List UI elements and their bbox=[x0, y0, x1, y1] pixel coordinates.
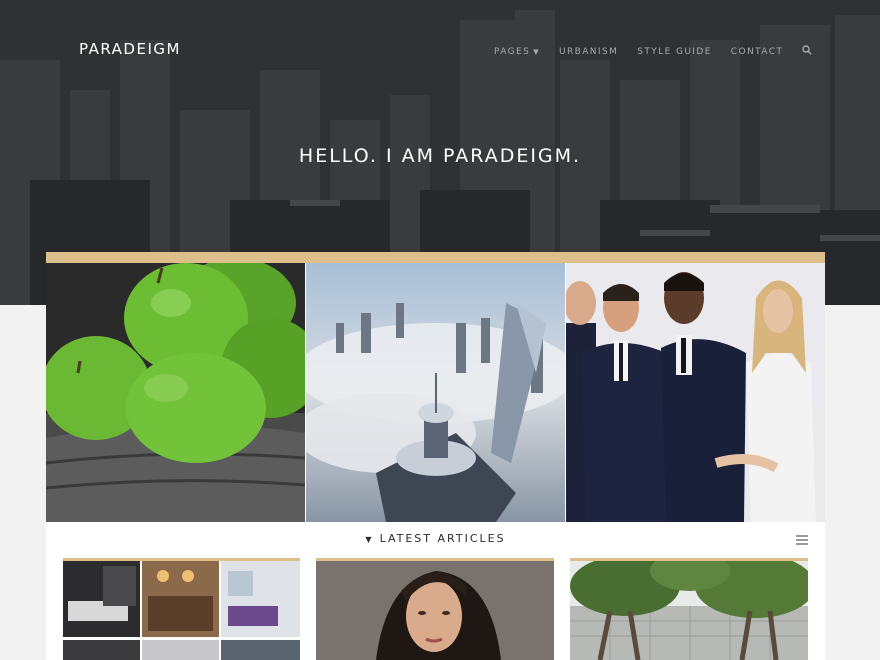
content-panel: ▼ LATEST ARTICLES bbox=[46, 252, 825, 660]
article-card-trees[interactable] bbox=[570, 558, 808, 660]
latest-articles-label: LATEST ARTICLES bbox=[379, 532, 506, 545]
latest-articles-heading[interactable]: ▼ LATEST ARTICLES bbox=[46, 532, 825, 545]
main-navigation: PAGES ▼ URBANISM STYLE GUIDE CONTACT bbox=[494, 45, 812, 58]
nav-item-urbanism[interactable]: URBANISM bbox=[559, 47, 618, 57]
hero-title: HELLO. I AM PARADEIGM. bbox=[298, 145, 582, 167]
hamburger-icon[interactable] bbox=[796, 535, 808, 545]
featured-image-skyscrapers[interactable] bbox=[306, 263, 565, 522]
chevron-down-icon: ▼ bbox=[533, 47, 541, 56]
nav-item-style-guide[interactable]: STYLE GUIDE bbox=[637, 47, 712, 57]
caret-down-icon: ▼ bbox=[365, 535, 374, 544]
featured-image-fashion-group[interactable] bbox=[566, 263, 825, 522]
nav-item-pages-label: PAGES bbox=[494, 46, 531, 57]
nav-item-contact[interactable]: CONTACT bbox=[731, 47, 783, 57]
article-thumbnail-portrait bbox=[316, 561, 554, 660]
search-icon[interactable] bbox=[802, 45, 812, 58]
featured-image-apples[interactable] bbox=[46, 263, 305, 522]
nav-item-pages[interactable]: PAGES ▼ bbox=[494, 47, 540, 57]
site-logo[interactable]: PARADEIGM bbox=[79, 40, 181, 58]
article-thumbnail-trees bbox=[570, 558, 808, 660]
article-card-interiors[interactable] bbox=[63, 558, 300, 660]
accent-bar bbox=[46, 252, 825, 263]
article-thumbnail-interiors bbox=[63, 561, 300, 660]
article-card-portrait[interactable] bbox=[316, 558, 554, 660]
